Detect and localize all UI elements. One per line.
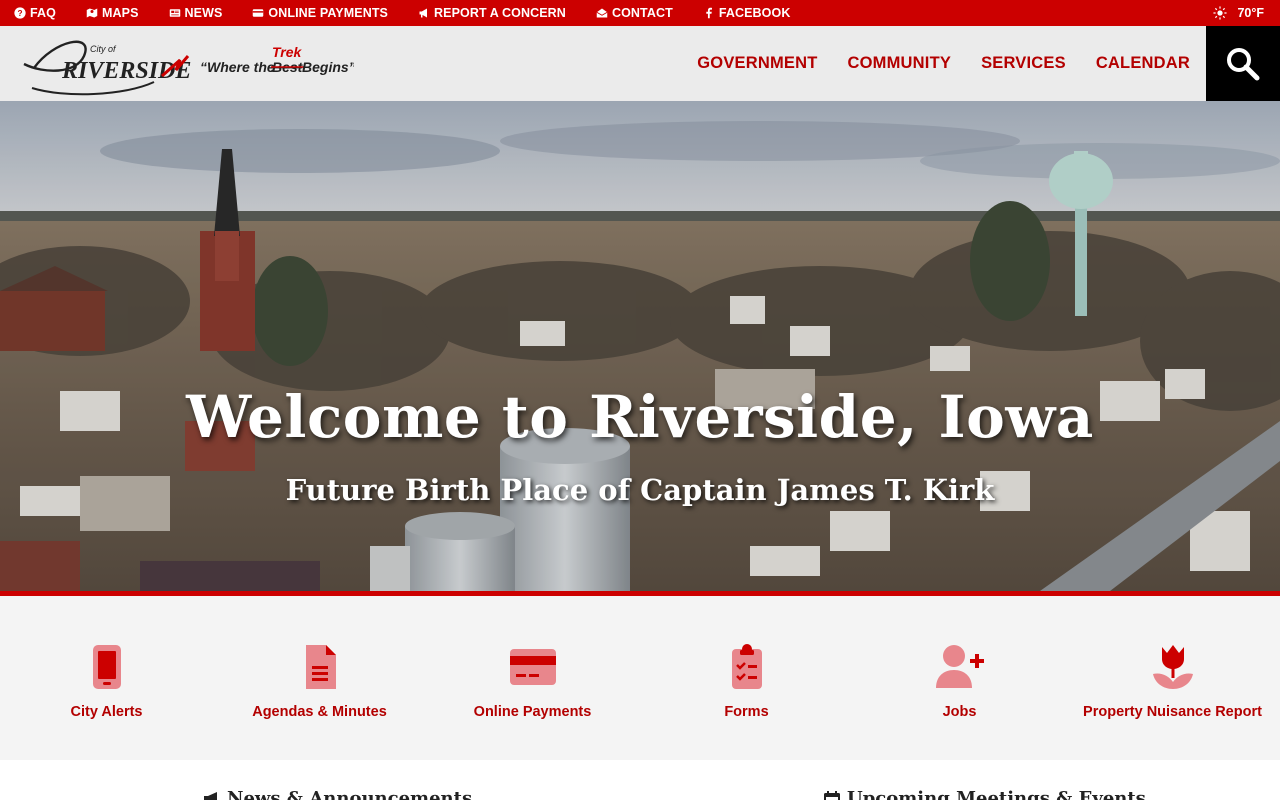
utility-link-label: NEWS	[184, 6, 223, 20]
quick-link-jobs[interactable]: Jobs	[853, 644, 1066, 720]
facebook-icon	[706, 7, 712, 19]
logo-city-of: City of	[90, 44, 117, 54]
svg-text:?: ?	[17, 9, 22, 18]
megaphone-icon	[419, 8, 427, 18]
hero-subtitle: Future Birth Place of Captain James T. K…	[285, 473, 995, 507]
logo-tagline-inserted: Trek	[272, 44, 303, 60]
utility-link-facebook[interactable]: FACEBOOK	[703, 6, 791, 20]
quick-link-label: Online Payments	[473, 704, 592, 720]
utility-link-maps[interactable]: MAPS	[86, 6, 139, 20]
mobile-phone-icon	[79, 644, 135, 690]
clipboard-check-icon	[719, 644, 775, 690]
search-icon	[1227, 47, 1260, 80]
nav-calendar[interactable]: CALENDAR	[1096, 54, 1190, 73]
quick-link-city-alerts[interactable]: City Alerts	[0, 644, 213, 720]
utility-link-contact[interactable]: CONTACT	[596, 6, 673, 20]
quick-link-label: Agendas & Minutes	[252, 704, 387, 720]
quick-link-online-payments[interactable]: Online Payments	[426, 644, 639, 720]
nav-government[interactable]: GOVERNMENT	[697, 54, 817, 73]
site-header: City of RIVERSIDE “Where the Best Trek B…	[0, 26, 1280, 101]
quick-link-agendas-minutes[interactable]: Agendas & Minutes	[213, 644, 426, 720]
search-button[interactable]	[1206, 26, 1280, 101]
credit-card-icon	[505, 644, 561, 690]
utility-link-online-payments[interactable]: ONLINE PAYMENTS	[252, 6, 388, 20]
riverside-logo-mark: City of RIVERSIDE “Where the Best Trek B…	[23, 40, 356, 96]
nav-community[interactable]: COMMUNITY	[848, 54, 952, 73]
bullhorn-icon	[204, 791, 217, 800]
weather-widget: 70°F	[1213, 0, 1264, 26]
utility-bar: ? FAQ MAPS NEWS ONLINE PAYMENTS REPORT A…	[0, 0, 1280, 26]
city-logo[interactable]: City of RIVERSIDE “Where the Best Trek B…	[14, 30, 356, 98]
hero-title: Welcome to Riverside, Iowa	[186, 383, 1094, 451]
nav-services[interactable]: SERVICES	[981, 54, 1066, 73]
quick-link-label: Forms	[724, 704, 769, 720]
document-icon	[292, 644, 348, 690]
newspaper-icon	[169, 9, 180, 17]
weather-temperature: 70°F	[1237, 6, 1264, 20]
logo-name: RIVERSIDE	[61, 58, 191, 84]
quick-link-property-nuisance[interactable]: Property Nuisance Report	[1066, 644, 1279, 720]
map-icon	[86, 8, 98, 18]
utility-link-label: FAQ	[30, 6, 56, 20]
envelope-open-icon	[596, 8, 608, 18]
content-section: News & Announcements Upcoming Meetings &…	[0, 760, 1280, 800]
quick-link-label: Property Nuisance Report	[1083, 704, 1262, 720]
quick-link-label: Jobs	[942, 704, 977, 720]
hero-banner: Welcome to Riverside, Iowa Future Birth …	[0, 101, 1280, 591]
utility-link-news[interactable]: NEWS	[169, 6, 223, 20]
question-circle-icon: ?	[14, 7, 26, 19]
news-section-heading: News & Announcements	[203, 788, 472, 800]
utility-link-faq[interactable]: ? FAQ	[14, 6, 56, 20]
news-section-title: News & Announcements	[227, 788, 473, 800]
logo-tagline-start: “Where the	[200, 59, 275, 75]
quick-link-forms[interactable]: Forms	[640, 644, 853, 720]
main-navigation: GOVERNMENT COMMUNITY SERVICES CALENDAR	[697, 26, 1190, 101]
credit-card-icon	[253, 9, 264, 17]
user-plus-icon	[932, 644, 988, 690]
utility-link-label: CONTACT	[611, 6, 673, 20]
utility-link-report-concern[interactable]: REPORT A CONCERN	[418, 6, 566, 20]
utility-link-label: MAPS	[102, 6, 139, 20]
quick-link-label: City Alerts	[70, 704, 143, 720]
utility-link-label: REPORT A CONCERN	[434, 6, 566, 20]
events-section-heading: Upcoming Meetings & Events	[823, 788, 1146, 800]
calendar-icon	[824, 790, 840, 800]
utility-link-label: ONLINE PAYMENTS	[268, 6, 388, 20]
hero-town-photo	[0, 101, 1280, 591]
logo-tagline-end: Begins”	[302, 59, 354, 75]
utility-links: ? FAQ MAPS NEWS ONLINE PAYMENTS REPORT A…	[14, 0, 820, 26]
sun-icon	[1213, 6, 1228, 20]
utility-link-label: FACEBOOK	[718, 6, 791, 20]
flower-icon	[1145, 644, 1201, 690]
quick-links-bar: City Alerts Agendas & Minutes Online Pay…	[0, 596, 1280, 760]
events-section-title: Upcoming Meetings & Events	[847, 788, 1146, 800]
